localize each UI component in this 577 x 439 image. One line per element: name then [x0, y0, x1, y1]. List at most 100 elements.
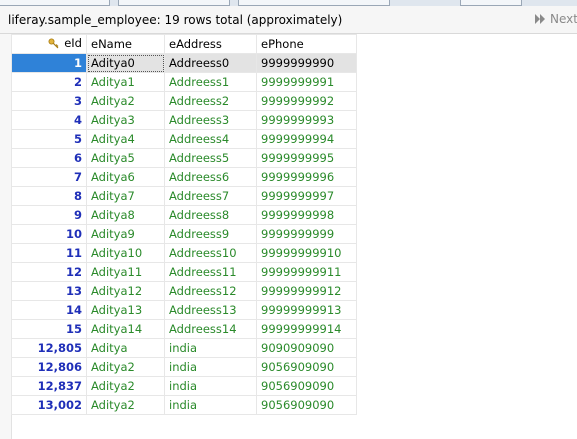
cell-eid[interactable]: 12,837	[11, 376, 87, 396]
cell-ephone[interactable]: 9056909090	[256, 376, 357, 396]
table-row[interactable]: 5 Aditya4 Addreess4 9999999994	[11, 129, 357, 149]
cell-ephone[interactable]: 9056909090	[256, 395, 357, 415]
cell-ephone[interactable]: 9999999996	[256, 167, 357, 187]
cell-eid[interactable]: 6	[11, 148, 87, 168]
cell-ephone[interactable]: 9999999992	[256, 91, 357, 111]
table-row[interactable]: 6 Aditya5 Addreess5 9999999995	[11, 148, 357, 168]
cell-eid[interactable]: 12,805	[11, 338, 87, 358]
column-header-ephone[interactable]: ePhone	[256, 34, 357, 54]
cell-ename[interactable]: Aditya7	[86, 186, 165, 206]
table-row[interactable]: 2 Aditya1 Addreess1 9999999991	[11, 72, 357, 92]
cell-ename[interactable]: Aditya8	[86, 205, 165, 225]
cell-eid[interactable]: 15	[11, 319, 87, 339]
cell-ephone[interactable]: 9999999994	[256, 129, 357, 149]
cell-eid[interactable]: 14	[11, 300, 87, 320]
cell-ephone[interactable]: 99999999911	[256, 262, 357, 282]
table-row[interactable]: 1 Aditya0 Addreess0 9999999990	[11, 53, 357, 73]
cell-eaddress[interactable]: Addreess3	[164, 110, 257, 130]
cell-eaddress[interactable]: Addreess11	[164, 262, 257, 282]
table-row[interactable]: 15 Aditya14 Addreess14 99999999914	[11, 319, 357, 339]
cell-ephone[interactable]: 9999999993	[256, 110, 357, 130]
table-row[interactable]: 12,806 Aditya2 india 9056909090	[11, 357, 357, 377]
cell-ephone[interactable]: 99999999912	[256, 281, 357, 301]
cell-ename[interactable]: Aditya4	[86, 129, 165, 149]
cell-eaddress[interactable]: Addreess10	[164, 243, 257, 263]
result-grid[interactable]: eId eName eAddress ePhone 1 Aditya0 Addree…	[11, 34, 357, 415]
table-row[interactable]: 14 Aditya13 Addreess13 99999999913	[11, 300, 357, 320]
cell-eaddress[interactable]: Addreess4	[164, 129, 257, 149]
cell-ephone[interactable]: 9999999990	[256, 53, 357, 73]
cell-ename[interactable]: Aditya2	[86, 395, 165, 415]
next-button[interactable]: Next	[534, 12, 577, 26]
cell-eid[interactable]: 1	[11, 53, 87, 73]
table-row[interactable]: 9 Aditya8 Addreess8 9999999998	[11, 205, 357, 225]
table-row[interactable]: 13 Aditya12 Addreess12 99999999912	[11, 281, 357, 301]
cell-ename[interactable]: Aditya5	[86, 148, 165, 168]
cell-ephone[interactable]: 99999999914	[256, 319, 357, 339]
cell-ename[interactable]: Aditya	[86, 338, 165, 358]
cell-eid[interactable]: 5	[11, 129, 87, 149]
cell-ephone[interactable]: 99999999910	[256, 243, 357, 263]
cell-eid[interactable]: 12	[11, 262, 87, 282]
table-row[interactable]: 12,837 Aditya2 india 9056909090	[11, 376, 357, 396]
table-row[interactable]: 10 Aditya9 Addreess9 9999999999	[11, 224, 357, 244]
cell-ephone[interactable]: 9999999999	[256, 224, 357, 244]
cell-eid[interactable]: 12,806	[11, 357, 87, 377]
cell-eaddress[interactable]: india	[164, 395, 257, 415]
cell-eaddress[interactable]: india	[164, 357, 257, 377]
table-row[interactable]: 4 Aditya3 Addreess3 9999999993	[11, 110, 357, 130]
cell-ephone[interactable]: 9090909090	[256, 338, 357, 358]
cell-eid[interactable]: 9	[11, 205, 87, 225]
table-row[interactable]: 12,805 Aditya india 9090909090	[11, 338, 357, 358]
cell-ephone[interactable]: 9999999991	[256, 72, 357, 92]
cell-ename[interactable]: Aditya1	[86, 72, 165, 92]
cell-eid[interactable]: 13	[11, 281, 87, 301]
cell-ephone[interactable]: 9999999998	[256, 205, 357, 225]
cell-eid[interactable]: 7	[11, 167, 87, 187]
cell-eaddress[interactable]: india	[164, 338, 257, 358]
cell-ephone[interactable]: 99999999913	[256, 300, 357, 320]
cell-eaddress[interactable]: Addreess0	[164, 53, 257, 73]
column-header-eaddress[interactable]: eAddress	[164, 34, 257, 54]
cell-eaddress[interactable]: Addreess6	[164, 167, 257, 187]
cell-eaddress[interactable]: Addreess5	[164, 148, 257, 168]
cell-ename[interactable]: Aditya14	[86, 319, 165, 339]
cell-ename[interactable]: Aditya10	[86, 243, 165, 263]
cell-eid[interactable]: 2	[11, 72, 87, 92]
cell-ephone[interactable]: 9999999997	[256, 186, 357, 206]
cell-eaddress[interactable]: Addreess2	[164, 91, 257, 111]
cell-ename[interactable]: Aditya0	[86, 53, 165, 73]
table-row[interactable]: 11 Aditya10 Addreess10 99999999910	[11, 243, 357, 263]
cell-ename[interactable]: Aditya2	[86, 376, 165, 396]
cell-eaddress[interactable]: Addreess12	[164, 281, 257, 301]
cell-eid[interactable]: 3	[11, 91, 87, 111]
cell-ename[interactable]: Aditya2	[86, 357, 165, 377]
column-header-eid[interactable]: eId	[11, 34, 87, 54]
table-row[interactable]: 8 Aditya7 Addreess7 9999999997	[11, 186, 357, 206]
cell-eaddress[interactable]: Addreess13	[164, 300, 257, 320]
cell-eaddress[interactable]: Addreess1	[164, 72, 257, 92]
cell-eaddress[interactable]: Addreess14	[164, 319, 257, 339]
cell-eid[interactable]: 8	[11, 186, 87, 206]
cell-eaddress[interactable]: Addreess9	[164, 224, 257, 244]
cell-ename[interactable]: Aditya3	[86, 110, 165, 130]
cell-eid[interactable]: 13,002	[11, 395, 87, 415]
cell-eaddress[interactable]: Addreess8	[164, 205, 257, 225]
cell-ename[interactable]: Aditya13	[86, 300, 165, 320]
table-row[interactable]: 7 Aditya6 Addreess6 9999999996	[11, 167, 357, 187]
cell-eid[interactable]: 10	[11, 224, 87, 244]
cell-ephone[interactable]: 9999999995	[256, 148, 357, 168]
cell-ename[interactable]: Aditya9	[86, 224, 165, 244]
cell-ename[interactable]: Aditya2	[86, 91, 165, 111]
table-row[interactable]: 13,002 Aditya2 india 9056909090	[11, 395, 357, 415]
table-row[interactable]: 3 Aditya2 Addreess2 9999999992	[11, 91, 357, 111]
cell-ename[interactable]: Aditya6	[86, 167, 165, 187]
cell-eaddress[interactable]: Addreess7	[164, 186, 257, 206]
cell-ename[interactable]: Aditya11	[86, 262, 165, 282]
cell-ename[interactable]: Aditya12	[86, 281, 165, 301]
cell-eaddress[interactable]: india	[164, 376, 257, 396]
cell-eid[interactable]: 11	[11, 243, 87, 263]
column-header-ename[interactable]: eName	[86, 34, 165, 54]
cell-ephone[interactable]: 9056909090	[256, 357, 357, 377]
table-row[interactable]: 12 Aditya11 Addreess11 99999999911	[11, 262, 357, 282]
